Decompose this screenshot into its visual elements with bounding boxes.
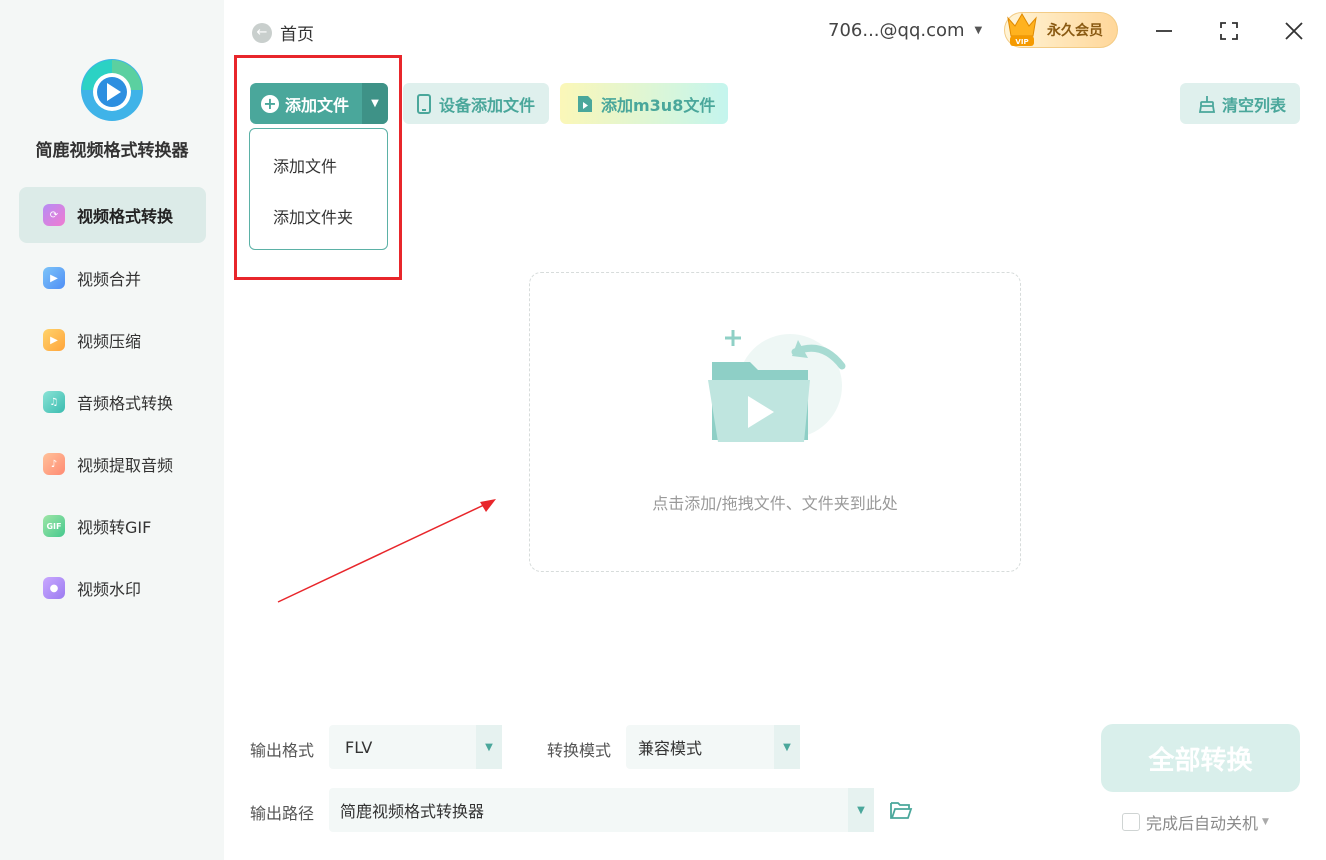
caret-down-icon: ▼ <box>848 788 874 832</box>
convert-mode-value: 兼容模式 <box>638 739 703 758</box>
sidebar-item-label: 视频格式转换 <box>77 207 174 226</box>
audio-convert-icon: ♫ <box>43 391 65 413</box>
app-logo <box>81 59 143 121</box>
folder-open-icon[interactable] <box>889 799 913 821</box>
output-format-select[interactable]: FLV ▼ <box>329 725 502 769</box>
sidebar-item-video-convert[interactable]: ⟳ 视频格式转换 <box>19 187 206 243</box>
output-path-value: 简鹿视频格式转换器 <box>340 802 485 821</box>
minimize-button[interactable] <box>1151 18 1177 44</box>
sidebar-item-label: 音频格式转换 <box>77 394 174 413</box>
convert-mode-label: 转换模式 <box>547 741 612 760</box>
video-merge-icon: ▶ <box>43 267 65 289</box>
sidebar-item-watermark[interactable]: ● 视频水印 <box>19 560 206 616</box>
sidebar-item-label: 视频水印 <box>77 580 142 599</box>
annotation-arrow <box>277 499 496 603</box>
extract-audio-icon: ♪ <box>43 453 65 475</box>
sidebar-item-video-merge[interactable]: ▶ 视频合并 <box>19 250 206 306</box>
folder-video-icon <box>708 330 846 442</box>
maximize-icon <box>1220 22 1238 40</box>
sidebar-item-gif[interactable]: GIF 视频转GIF <box>19 498 206 554</box>
auto-shutdown-checkbox[interactable] <box>1122 813 1140 831</box>
sidebar-item-video-compress[interactable]: ▶ 视频压缩 <box>19 312 206 368</box>
account-menu[interactable]: 706...@qq.com ▼ <box>828 20 982 41</box>
back-arrow-icon: ← <box>252 22 272 43</box>
video-compress-icon: ▶ <box>43 329 65 351</box>
phone-icon <box>417 93 431 114</box>
home-label: 首页 <box>280 25 314 45</box>
maximize-button[interactable] <box>1216 18 1242 44</box>
watermark-icon: ● <box>43 577 65 599</box>
sidebar-item-extract-audio[interactable]: ♪ 视频提取音频 <box>19 436 206 492</box>
sidebar-item-audio-convert[interactable]: ♫ 音频格式转换 <box>19 374 206 430</box>
caret-down-icon: ▼ <box>774 725 800 769</box>
sidebar-item-label: 视频压缩 <box>77 332 142 351</box>
video-convert-icon: ⟳ <box>43 204 65 226</box>
vip-badge-text: VIP <box>1015 38 1028 46</box>
sidebar-item-label: 视频提取音频 <box>77 456 174 475</box>
output-path-select[interactable]: 简鹿视频格式转换器 ▼ <box>329 788 874 832</box>
auto-shutdown-option[interactable]: 完成后自动关机 ▼ <box>1122 810 1269 834</box>
caret-down-icon: ▼ <box>974 25 983 36</box>
highlight-annotation-box <box>234 55 402 280</box>
output-format-value: FLV <box>345 737 373 757</box>
minimize-icon <box>1156 30 1172 32</box>
auto-shutdown-label: 完成后自动关机 <box>1146 814 1259 833</box>
sidebar-item-label: 视频转GIF <box>77 518 152 537</box>
vip-label: 永久会员 <box>1047 23 1103 39</box>
broom-icon <box>1198 95 1216 113</box>
convert-mode-select[interactable]: 兼容模式 ▼ <box>626 725 800 769</box>
account-email: 706...@qq.com <box>828 20 965 41</box>
device-add-label: 设备添加文件 <box>439 95 536 115</box>
app-name: 简鹿视频格式转换器 <box>35 141 189 161</box>
drop-zone-hint: 点击添加/拖拽文件、文件夹到此处 <box>652 494 898 513</box>
caret-down-icon: ▼ <box>476 725 502 769</box>
clear-list-label: 清空列表 <box>1222 95 1287 115</box>
add-m3u8-button[interactable]: 添加m3u8文件 <box>560 83 728 124</box>
sidebar-item-label: 视频合并 <box>77 270 142 289</box>
close-button[interactable] <box>1281 18 1307 44</box>
clear-list-button[interactable]: 清空列表 <box>1180 83 1300 124</box>
caret-down-icon: ▼ <box>1262 817 1269 827</box>
device-add-button[interactable]: 设备添加文件 <box>403 83 549 124</box>
output-format-label: 输出格式 <box>250 741 315 760</box>
home-link[interactable]: ← 首页 <box>252 20 314 45</box>
convert-all-button[interactable]: 全部转换 <box>1101 724 1300 792</box>
add-m3u8-label: 添加m3u8文件 <box>601 95 716 115</box>
crown-icon: VIP <box>1007 13 1037 46</box>
gif-icon: GIF <box>43 515 65 537</box>
m3u8-file-icon <box>578 95 592 112</box>
output-path-label: 输出路径 <box>250 804 315 823</box>
close-icon <box>1285 22 1303 40</box>
sidebar <box>0 0 224 860</box>
